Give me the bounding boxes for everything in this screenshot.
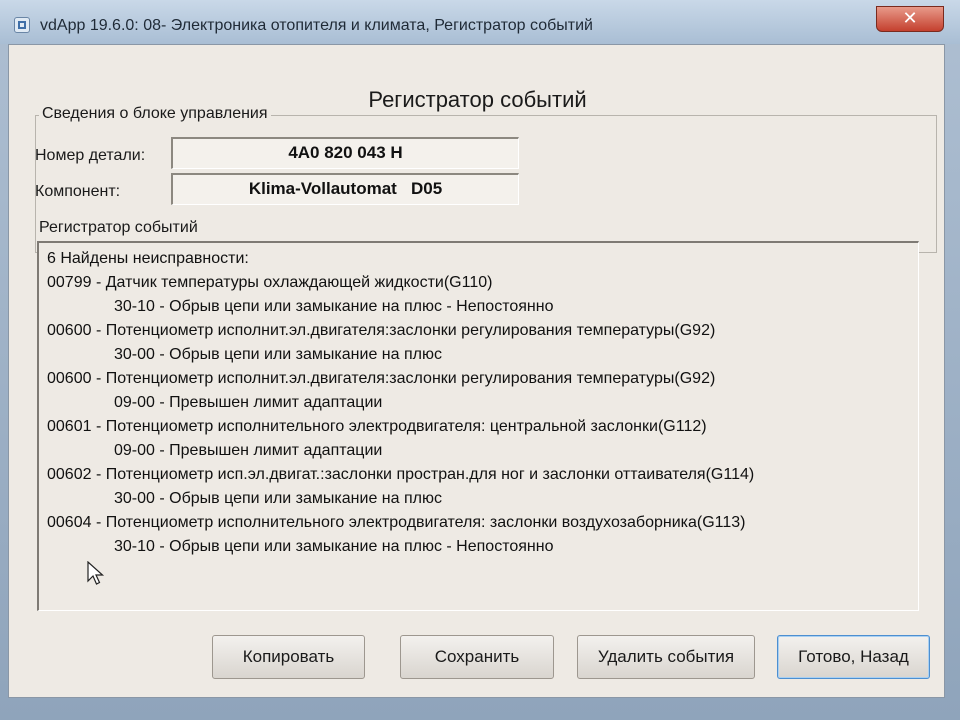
mouse-cursor-icon: [87, 561, 105, 585]
event-log-detail-line: 30-00 - Обрыв цепи или замыкание на плюс: [114, 490, 442, 507]
ecu-info-legend: Сведения о блоке управления: [39, 105, 271, 123]
event-log-detail-line: 09-00 - Превышен лимит адаптации: [114, 442, 383, 459]
event-log-fault-line: 00600 - Потенциометр исполнит.эл.двигате…: [47, 370, 716, 387]
event-log-summary-line: 6 Найдены неисправности:: [47, 250, 249, 267]
copy-button[interactable]: Копировать: [212, 635, 365, 679]
title-bar[interactable]: vdApp 19.6.0: 08- Электроника отопителя …: [0, 0, 960, 44]
event-log-detail-line: 30-10 - Обрыв цепи или замыкание на плюс…: [114, 298, 554, 315]
event-log-list: 6 Найдены неисправности: 00799 - Датчик т…: [47, 247, 912, 559]
event-log-box[interactable]: 6 Найдены неисправности: 00799 - Датчик т…: [37, 241, 919, 611]
event-log-fault-line: 00799 - Датчик температуры охлаждающей ж…: [47, 274, 493, 291]
close-icon: ✕: [902, 8, 918, 29]
window-title: vdApp 19.6.0: 08- Электроника отопителя …: [40, 17, 593, 34]
close-button[interactable]: ✕: [876, 6, 944, 32]
app-window: vdApp 19.6.0: 08- Электроника отопителя …: [0, 0, 960, 720]
done-back-button[interactable]: Готово, Назад: [777, 635, 930, 679]
event-log-fault-line: 00604 - Потенциометр исполнительного эле…: [47, 514, 746, 531]
event-log-detail-line: 09-00 - Превышен лимит адаптации: [114, 394, 383, 411]
event-log-fault-line: 00600 - Потенциометр исполнит.эл.двигате…: [47, 322, 716, 339]
component-label: Компонент:: [35, 183, 121, 200]
event-log-fault-line: 00602 - Потенциометр исп.эл.двигат.:засл…: [47, 466, 755, 483]
app-icon: [14, 17, 30, 33]
part-number-label: Номер детали:: [35, 147, 146, 164]
event-log-detail-line: 30-00 - Обрыв цепи или замыкание на плюс: [114, 346, 442, 363]
delete-events-button[interactable]: Удалить события: [577, 635, 755, 679]
component-field: Klima-Vollautomat D05: [171, 173, 519, 205]
event-log-detail-line: 30-10 - Обрыв цепи или замыкание на плюс…: [114, 538, 554, 555]
event-log-label: Регистратор событий: [39, 219, 198, 236]
event-log-fault-line: 00601 - Потенциометр исполнительного эле…: [47, 418, 707, 435]
save-button[interactable]: Сохранить: [400, 635, 554, 679]
part-number-field: 4A0 820 043 H: [171, 137, 519, 169]
dialog-body: Регистратор событий Сведения о блоке упр…: [8, 44, 945, 698]
